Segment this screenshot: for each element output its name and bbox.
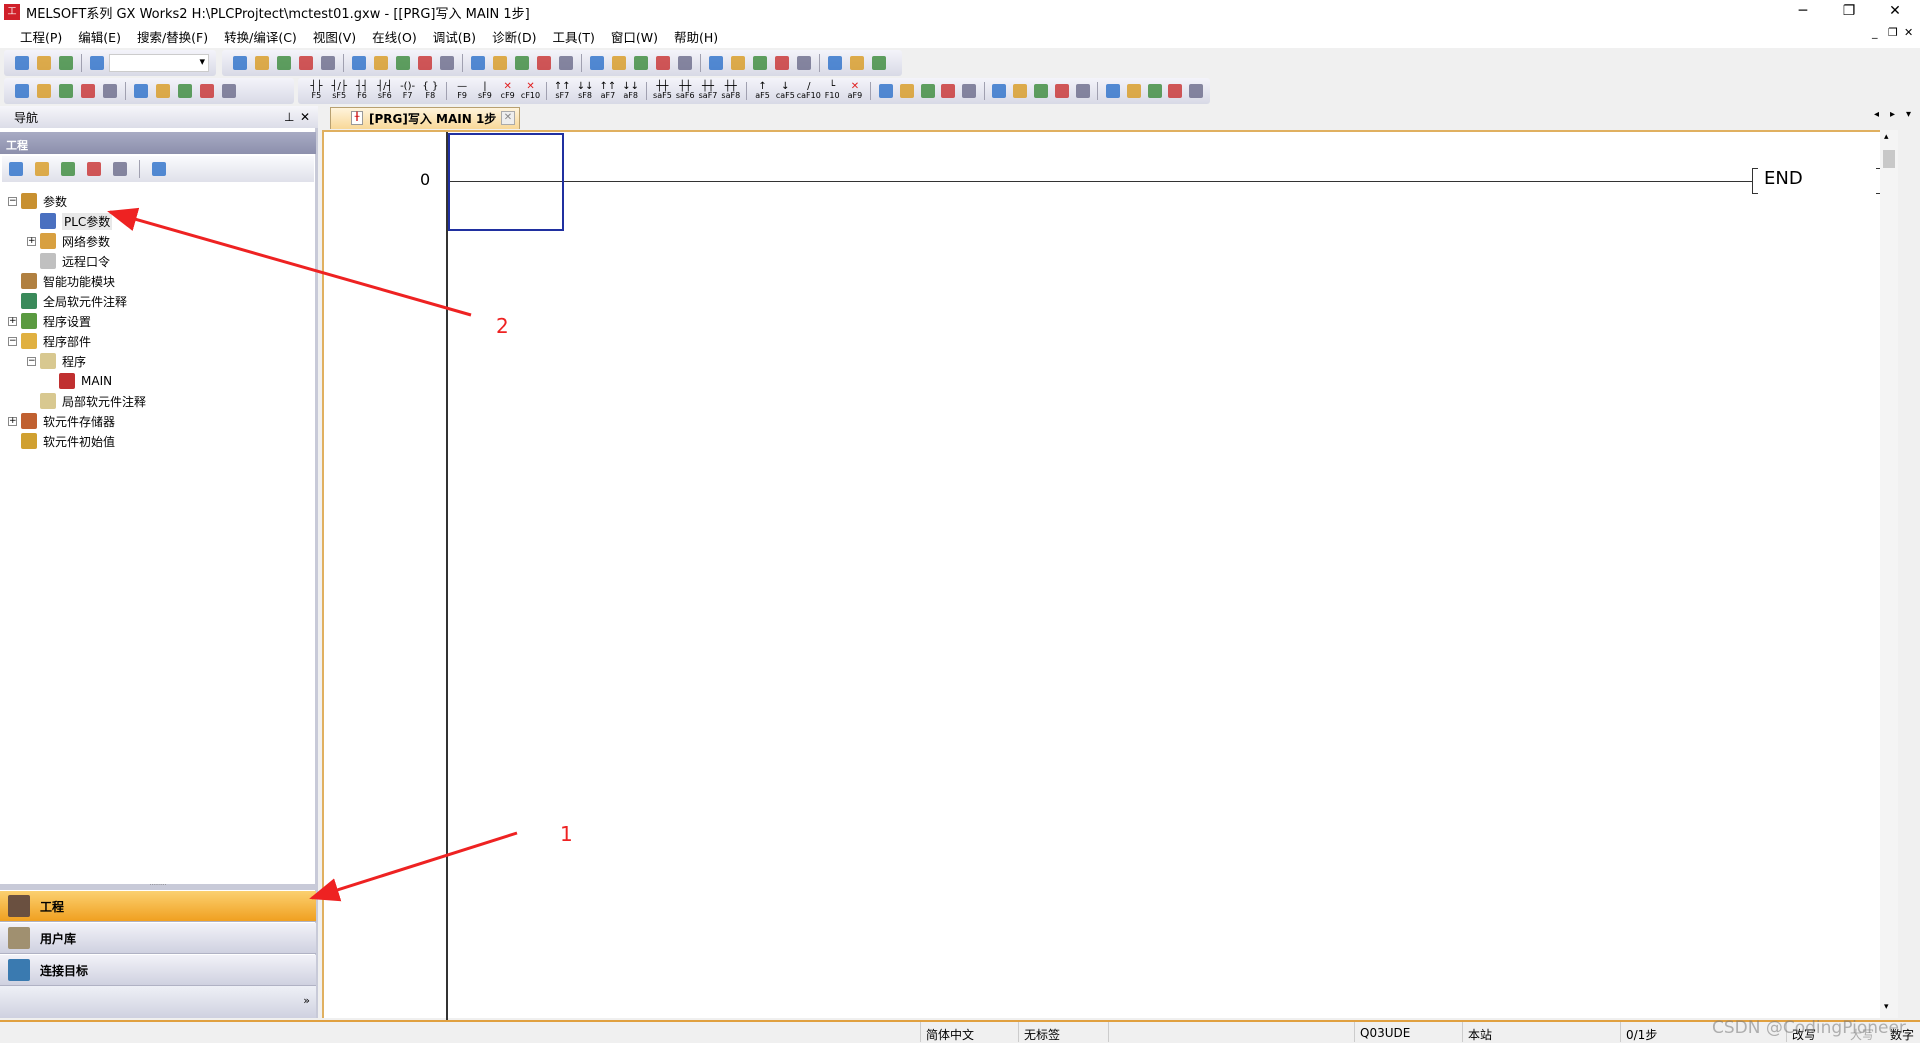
annotation-arrow-2 — [107, 207, 472, 317]
status-label: 无标签 — [1024, 1028, 1061, 1042]
watermark: CSDN @CodingPioneer — [1712, 1018, 1906, 1038]
annotation-arrow-1 — [309, 831, 518, 902]
annotation-overlay — [107, 207, 518, 902]
status-steps: 0/1步 — [1626, 1028, 1658, 1042]
annotation-label-2: 2 — [496, 314, 509, 338]
status-bar: 简体中文 无标签 Q03UDE 本站 0/1步 改写 大写 数字 CSDN @C… — [0, 1018, 1920, 1042]
annotation-label-1: 1 — [560, 822, 573, 846]
status-language: 简体中文 — [926, 1028, 975, 1042]
status-station: 本站 — [1468, 1028, 1493, 1042]
status-cpu: Q03UDE — [1360, 1026, 1411, 1040]
